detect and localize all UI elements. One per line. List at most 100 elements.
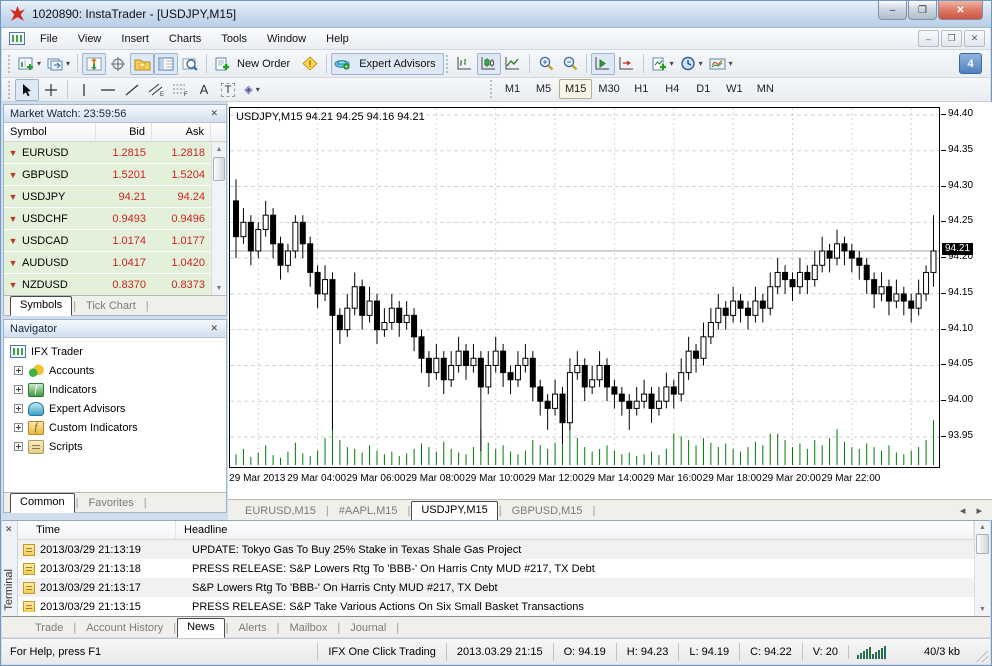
arrows-tool-button[interactable]: ◈ ▾ <box>240 79 264 101</box>
expand-plus-icon[interactable] <box>14 366 23 375</box>
window-restore-button[interactable]: ❐ <box>908 1 937 20</box>
period-d1-button[interactable]: D1 <box>688 79 719 99</box>
trendline-button[interactable] <box>120 79 144 101</box>
menu-tools[interactable]: Tools <box>211 30 257 48</box>
navigator-item-expert-advisors[interactable]: Expert Advisors <box>4 399 226 418</box>
templates-button[interactable]: ▾ <box>706 53 736 75</box>
news-row[interactable]: 2013/03/29 21:13:19UPDATE: Tokyo Gas To … <box>18 540 974 559</box>
period-m30-button[interactable]: M30 <box>592 79 625 99</box>
price-chart-canvas[interactable] <box>230 108 939 467</box>
line-chart-button[interactable] <box>501 53 525 75</box>
market-watch-row[interactable]: ▼USDJPY94.2194.24 <box>4 186 226 207</box>
news-row[interactable]: 2013/03/29 21:13:15PRESS RELEASE: S&P Ta… <box>18 597 974 612</box>
time-axis[interactable]: 29 Mar 201329 Mar 04:0029 Mar 06:0029 Ma… <box>229 471 940 489</box>
menu-help[interactable]: Help <box>316 30 359 48</box>
menu-view[interactable]: View <box>68 30 112 48</box>
column-symbol[interactable]: Symbol <box>4 123 96 141</box>
expert-advisors-button[interactable]: Expert Advisors <box>331 53 443 75</box>
price-axis[interactable]: 94.4094.3594.3094.2594.2094.1594.1094.05… <box>940 107 992 468</box>
zoom-out-button[interactable] <box>558 53 582 75</box>
navigator-root-item[interactable]: IFX Trader <box>4 342 226 361</box>
market-watch-close-icon[interactable]: ✕ <box>208 108 220 119</box>
period-m5-button[interactable]: M5 <box>528 79 559 99</box>
market-watch-row[interactable]: ▼AUDUSD1.04171.0420 <box>4 252 226 273</box>
news-row[interactable]: 2013/03/29 21:13:17S&P Lowers Rtg To 'BB… <box>18 578 974 597</box>
market-watch-row[interactable]: ▼GBPUSD1.52011.5204 <box>4 164 226 185</box>
market-watch-row[interactable]: ▼EURUSD1.28151.2818 <box>4 142 226 163</box>
scroll-up-icon[interactable]: ▲ <box>975 521 990 534</box>
terminal-scrollbar[interactable]: ▲ ▼ <box>974 521 990 616</box>
scroll-up-icon[interactable]: ▲ <box>212 143 226 156</box>
text-tool-button[interactable]: A <box>192 79 216 101</box>
chart-tab--aapl-m15[interactable]: #AAPL,M15 <box>330 503 407 520</box>
tab-scroll-arrows[interactable]: ◂ ▸ <box>954 504 992 520</box>
navigator-close-icon[interactable]: ✕ <box>208 323 220 334</box>
period-h4-button[interactable]: H4 <box>657 79 688 99</box>
period-h1-button[interactable]: H1 <box>626 79 657 99</box>
new-chart-button[interactable]: ▾ <box>15 53 44 75</box>
chart-close-button[interactable]: ✕ <box>964 30 985 47</box>
indicators-button[interactable]: ▾ <box>648 53 677 75</box>
terminal-tab-journal[interactable]: Journal <box>341 620 395 637</box>
expand-plus-icon[interactable] <box>14 423 23 432</box>
navigator-item-indicators[interactable]: Indicators <box>4 380 226 399</box>
tab-common[interactable]: Common <box>10 493 75 513</box>
terminal-tab-alerts[interactable]: Alerts <box>229 620 275 637</box>
tab-symbols[interactable]: Symbols <box>10 296 72 316</box>
market-watch-toggle-button[interactable] <box>82 53 106 75</box>
navigator-toggle-button[interactable] <box>130 53 154 75</box>
navigator-item-accounts[interactable]: Accounts <box>4 361 226 380</box>
terminal-tab-trade[interactable]: Trade <box>26 620 72 637</box>
vertical-line-button[interactable] <box>72 79 96 101</box>
terminal-tab-news[interactable]: News <box>177 618 225 638</box>
candlestick-button[interactable] <box>477 53 501 75</box>
window-minimize-button[interactable]: – <box>878 1 907 20</box>
scroll-down-icon[interactable]: ▼ <box>975 603 990 616</box>
expand-plus-icon[interactable] <box>14 442 23 451</box>
expand-plus-icon[interactable] <box>14 404 23 413</box>
period-m1-button[interactable]: M1 <box>497 79 528 99</box>
navigator-item-scripts[interactable]: Scripts <box>4 437 226 456</box>
tab-tick-chart[interactable]: Tick Chart <box>77 298 145 315</box>
data-window-button[interactable] <box>106 53 130 75</box>
profiles-button[interactable]: ▾ <box>44 53 73 75</box>
chart-tab-usdjpy-m15[interactable]: USDJPY,M15 <box>411 501 497 521</box>
chart-restore-button[interactable]: ❐ <box>941 30 962 47</box>
market-watch-row[interactable]: ▼NZDUSD0.83700.8373 <box>4 274 226 295</box>
window-close-button[interactable]: ✕ <box>938 1 983 20</box>
scroll-down-icon[interactable]: ▼ <box>212 282 226 295</box>
expand-plus-icon[interactable] <box>14 385 23 394</box>
chart-tab-gbpusd-m15[interactable]: GBPUSD,M15 <box>503 503 592 520</box>
market-watch-row[interactable]: ▼USDCHF0.94930.9496 <box>4 208 226 229</box>
period-w1-button[interactable]: W1 <box>719 79 750 99</box>
scrollbar-thumb[interactable] <box>976 534 989 554</box>
navigator-item-custom-indicators[interactable]: Custom Indicators <box>4 418 226 437</box>
period-m15-button[interactable]: M15 <box>559 79 592 99</box>
period-mn-button[interactable]: MN <box>750 79 781 99</box>
chart-shift-button[interactable] <box>615 53 639 75</box>
bar-chart-button[interactable] <box>453 53 477 75</box>
horizontal-line-button[interactable] <box>96 79 120 101</box>
menu-window[interactable]: Window <box>257 30 316 48</box>
column-headline[interactable]: Headline <box>176 521 974 539</box>
terminal-tab-mailbox[interactable]: Mailbox <box>280 620 336 637</box>
status-one-click[interactable]: IFX One Click Trading <box>317 643 446 661</box>
terminal-tab-account-history[interactable]: Account History <box>77 620 172 637</box>
news-row[interactable]: 2013/03/29 21:13:18PRESS RELEASE: S&P Lo… <box>18 559 974 578</box>
strategy-tester-button[interactable] <box>178 53 202 75</box>
terminal-toggle-button[interactable] <box>154 53 178 75</box>
column-time[interactable]: Time <box>18 521 176 539</box>
notifications-button[interactable]: 4 <box>959 53 982 74</box>
column-ask[interactable]: Ask <box>152 123 211 141</box>
column-bid[interactable]: Bid <box>96 123 152 141</box>
scrollbar-thumb[interactable] <box>213 157 225 181</box>
menu-insert[interactable]: Insert <box>111 30 159 48</box>
fibonacci-button[interactable]: F <box>168 79 192 101</box>
text-label-button[interactable]: T <box>216 79 240 101</box>
menu-charts[interactable]: Charts <box>159 30 211 48</box>
market-watch-scrollbar[interactable]: ▲ ▼ <box>211 143 226 295</box>
menu-file[interactable]: File <box>30 30 68 48</box>
auto-scroll-button[interactable] <box>591 53 615 75</box>
chart-minimize-button[interactable]: – <box>918 30 939 47</box>
periods-button[interactable]: ▾ <box>677 53 706 75</box>
